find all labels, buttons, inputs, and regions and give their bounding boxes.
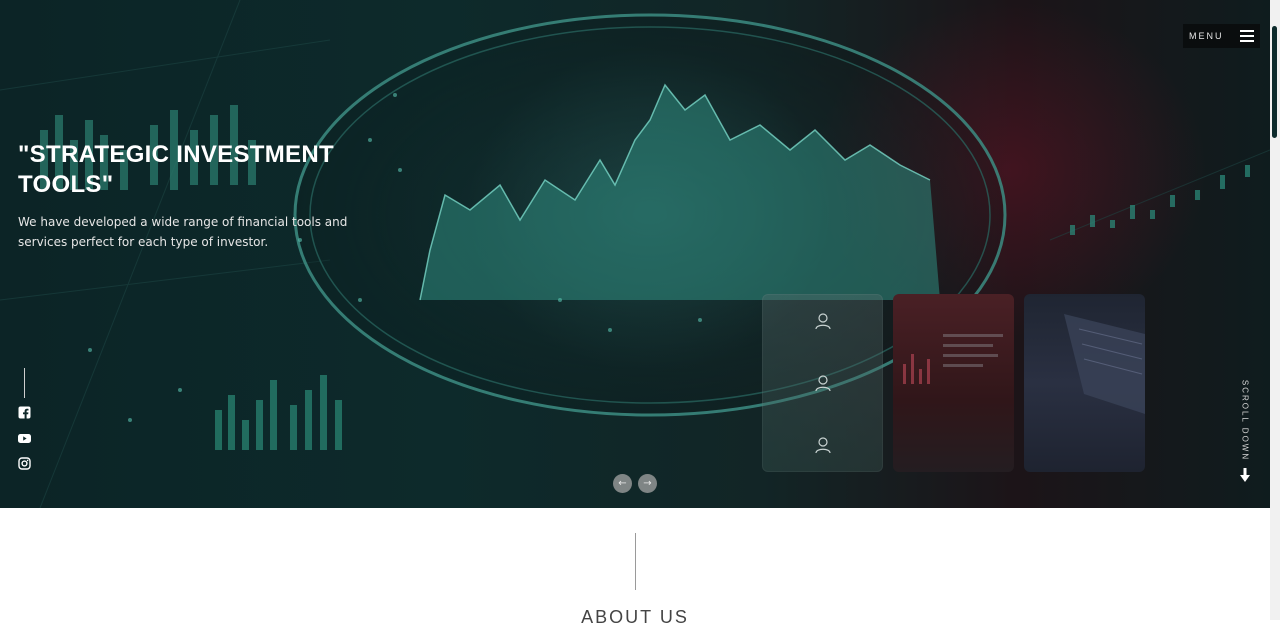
hero-description: We have developed a wide range of financ… [18, 215, 348, 249]
slide-card[interactable] [762, 294, 883, 472]
scroll-down-label: SCROLL DOWN [1240, 379, 1250, 462]
instagram-icon[interactable] [18, 457, 31, 470]
slide-card[interactable] [893, 294, 1014, 472]
arrow-down-icon [1240, 468, 1250, 482]
about-divider [635, 533, 636, 590]
page-scrollbar[interactable] [1270, 0, 1280, 620]
arrow-left-icon: ← [618, 478, 627, 489]
social-divider [24, 368, 25, 398]
menu-label: MENU [1189, 31, 1224, 41]
arrow-right-icon: → [643, 478, 652, 489]
scrollbar-thumb[interactable] [1272, 26, 1277, 138]
youtube-icon[interactable] [18, 432, 31, 445]
laptop-image [1064, 314, 1145, 414]
about-heading: ABOUT US [581, 607, 689, 627]
facebook-icon[interactable] [18, 406, 31, 419]
scroll-down-link[interactable]: SCROLL DOWN [1235, 380, 1255, 484]
person-icon [815, 437, 831, 454]
slider-prev-button[interactable]: ← [613, 474, 632, 493]
trading-screen-image [903, 334, 1003, 384]
slider-next-button[interactable]: → [638, 474, 657, 493]
menu-button[interactable]: MENU [1183, 24, 1260, 48]
hero-title: "STRATEGIC INVESTMENT TOOLS" [18, 141, 334, 198]
hamburger-icon [1240, 30, 1254, 42]
slide-card[interactable] [1024, 294, 1145, 472]
person-icon [815, 375, 831, 392]
person-icon [815, 313, 831, 330]
